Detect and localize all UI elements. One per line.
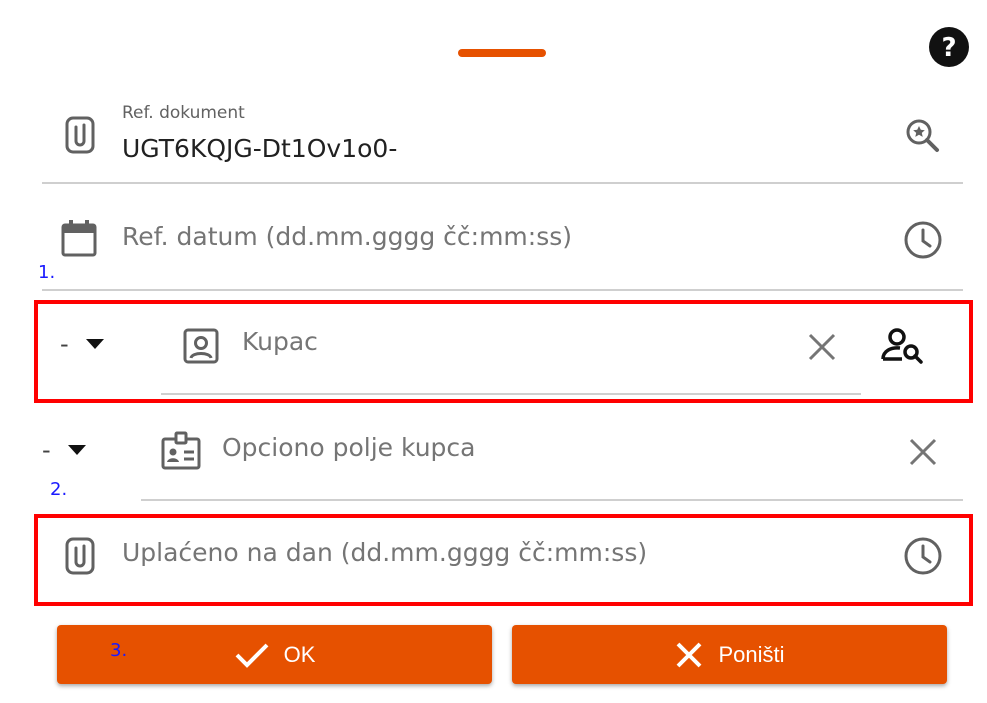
opciono-underline	[141, 499, 963, 501]
contact-icon	[183, 328, 219, 364]
close-icon	[677, 642, 702, 667]
svg-text:?: ?	[941, 33, 956, 63]
attachment-icon	[65, 116, 95, 154]
opciono-prefix-value: -	[42, 436, 51, 464]
cancel-button-label: Poništi	[718, 641, 785, 667]
opciono-input[interactable]: Opciono polje kupca	[222, 433, 476, 462]
uplaceno-input[interactable]: Uplaćeno na dan (dd.mm.gggg čč:mm:ss)	[122, 538, 647, 567]
clear-icon[interactable]	[806, 331, 838, 363]
annotation-1: 1.	[38, 262, 56, 283]
opciono-prefix-dropdown[interactable]: -	[42, 436, 87, 464]
ref-dokument-label: Ref. dokument	[122, 103, 245, 123]
annotation-2: 2.	[50, 479, 68, 500]
ref-dokument-underline	[42, 182, 963, 184]
clear-icon[interactable]	[907, 436, 939, 468]
ok-button-label: OK	[283, 641, 316, 667]
annotation-3: 3.	[110, 640, 128, 661]
clock-icon[interactable]	[902, 535, 944, 577]
ref-datum-underline	[42, 289, 963, 291]
help-icon[interactable]: ?	[928, 26, 970, 68]
calendar-icon	[61, 220, 97, 257]
check-icon	[235, 643, 269, 668]
clock-icon[interactable]	[902, 219, 944, 261]
cancel-button[interactable]: Poništi	[512, 625, 947, 684]
person-search-icon[interactable]	[880, 325, 926, 365]
kupac-prefix-value: -	[60, 330, 69, 358]
dropdown-arrow-icon	[85, 339, 104, 349]
badge-icon	[161, 431, 201, 470]
search-document-icon[interactable]	[903, 116, 943, 156]
kupac-input[interactable]: Kupac	[242, 327, 318, 356]
ref-datum-input[interactable]: Ref. datum (dd.mm.gggg čč:mm:ss)	[122, 222, 572, 251]
kupac-underline	[161, 393, 861, 395]
drag-handle[interactable]	[458, 49, 546, 57]
attachment-icon	[65, 537, 95, 575]
dropdown-arrow-icon	[67, 445, 86, 455]
ref-dokument-value[interactable]: UGT6KQJG-Dt1Ov1o0-	[122, 134, 397, 163]
kupac-prefix-dropdown[interactable]: -	[60, 330, 105, 358]
